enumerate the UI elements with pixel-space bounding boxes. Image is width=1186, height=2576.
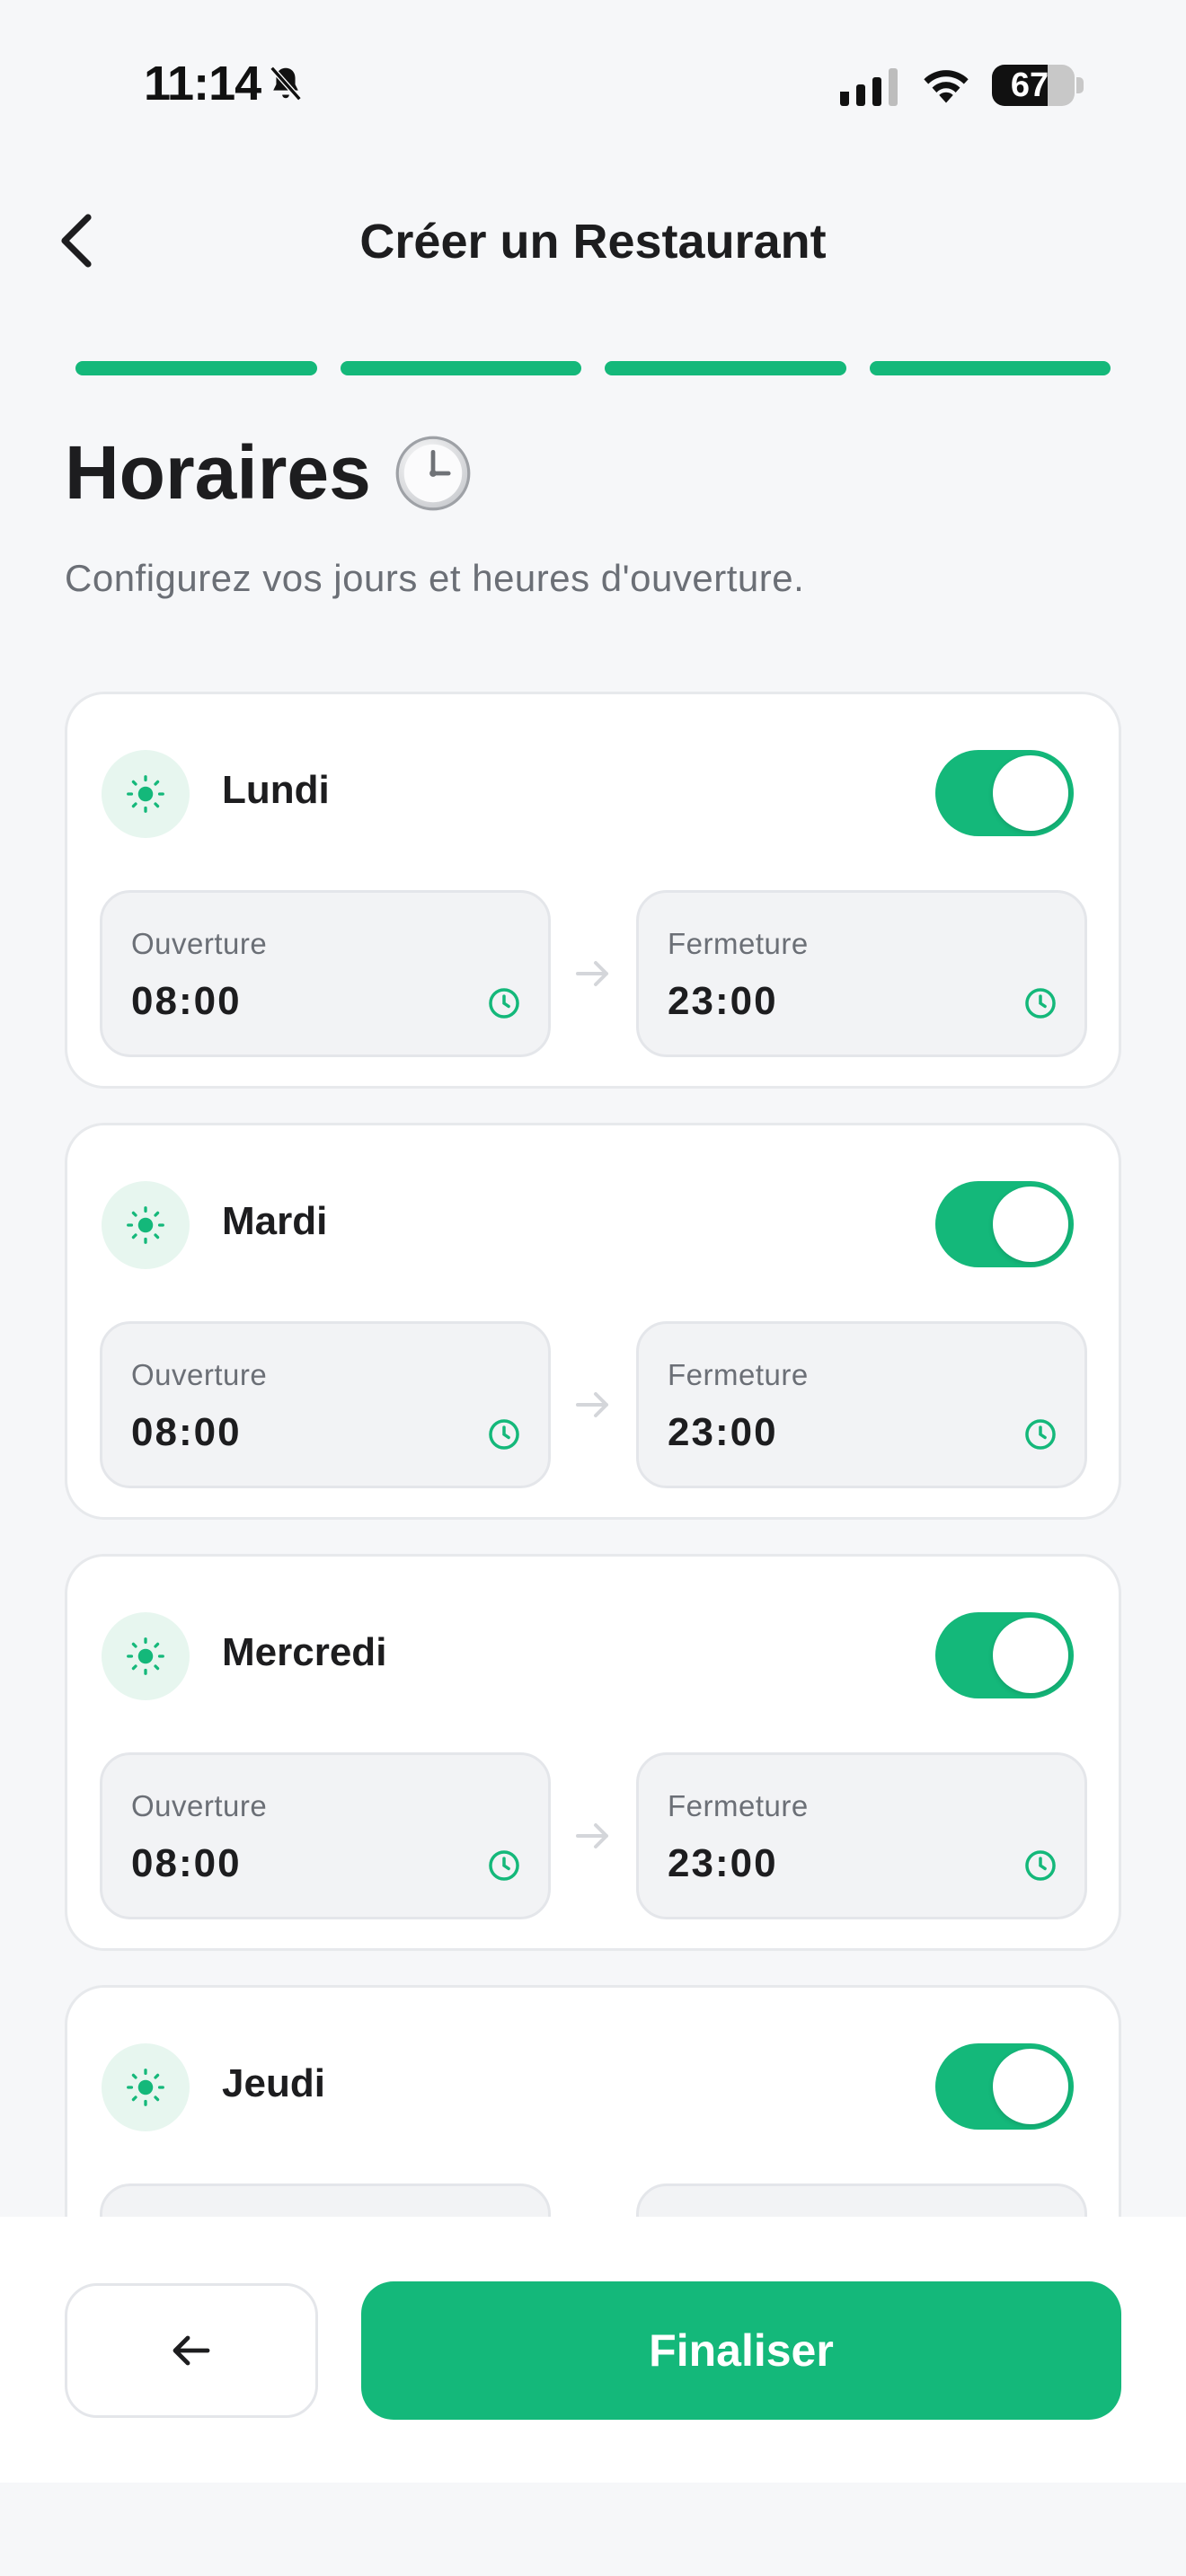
arrow-right-icon: [576, 961, 608, 986]
section-title: Horaires: [65, 430, 371, 515]
opening-time-field[interactable]: Ouverture 08:00: [100, 1321, 551, 1488]
closing-time-value: 23:00: [668, 979, 778, 1023]
day-enabled-toggle[interactable]: [935, 750, 1074, 836]
day-name: Mercredi: [222, 1630, 387, 1674]
closing-time-value: 23:00: [668, 1841, 778, 1885]
day-name: Mardi: [222, 1199, 328, 1243]
cellular-signal-icon: [840, 68, 898, 106]
opening-time-value: 08:00: [131, 1841, 242, 1885]
progress-step: [605, 361, 846, 375]
arrow-right-icon: [576, 1823, 608, 1848]
day-icon-badge: [102, 1612, 190, 1700]
closing-time-field[interactable]: Fermeture 23:00: [636, 1321, 1087, 1488]
clock-icon: [1025, 1850, 1056, 1881]
wifi-icon: [924, 70, 969, 103]
day-enabled-toggle[interactable]: [935, 2043, 1074, 2130]
previous-step-button[interactable]: [65, 2283, 318, 2418]
opening-time-value: 08:00: [131, 979, 242, 1023]
bell-muted-icon: [270, 66, 302, 101]
clock-icon: [489, 1419, 519, 1450]
arrow-right-icon: [576, 1392, 608, 1417]
progress-step: [869, 361, 1111, 375]
opening-time-label: Ouverture: [131, 1358, 268, 1391]
closing-time-label: Fermeture: [668, 1789, 809, 1822]
opening-time-field[interactable]: Ouverture 08:00: [100, 890, 551, 1057]
opening-time-value: 08:00: [131, 1410, 242, 1454]
section-subtitle: Configurez vos jours et heures d'ouvertu…: [65, 557, 805, 599]
clock-icon: [489, 1850, 519, 1881]
finish-button[interactable]: Finaliser: [361, 2281, 1121, 2420]
closing-time-field[interactable]: Fermeture 23:00: [636, 1752, 1087, 1919]
progress-step: [340, 361, 581, 375]
sun-icon: [127, 1637, 164, 1675]
closing-time-label: Fermeture: [668, 927, 809, 960]
toggle-knob: [993, 2049, 1068, 2124]
sun-icon: [127, 2069, 164, 2106]
day-icon-badge: [102, 2043, 190, 2131]
nav-header: Créer un Restaurant: [0, 180, 1186, 305]
day-card-mercredi: Mercredi Ouverture 08:00 Fermeture 23:00: [65, 1554, 1121, 1951]
clock-icon: [489, 988, 519, 1019]
closing-time-label: Fermeture: [668, 1358, 809, 1391]
day-enabled-toggle[interactable]: [935, 1612, 1074, 1698]
status-bar: 11:14 67: [0, 0, 1186, 171]
clock-emoji-icon: [395, 436, 471, 510]
bottom-action-bar: Finaliser: [0, 2217, 1186, 2483]
sun-icon: [127, 775, 164, 813]
battery-percentage: 67: [1010, 66, 1049, 104]
day-enabled-toggle[interactable]: [935, 1181, 1074, 1267]
day-name: Lundi: [222, 768, 330, 812]
opening-time-field[interactable]: Ouverture 08:00: [100, 1752, 551, 1919]
closing-time-field[interactable]: Fermeture 23:00: [636, 890, 1087, 1057]
opening-time-label: Ouverture: [131, 927, 268, 960]
battery-icon: 67: [992, 65, 1075, 106]
day-card-lundi: Lundi Ouverture 08:00 Fermeture 23:00: [65, 692, 1121, 1089]
day-icon-badge: [102, 1181, 190, 1269]
sun-icon: [127, 1206, 164, 1244]
section-heading: Horaires: [65, 429, 472, 516]
toggle-knob: [993, 1187, 1068, 1262]
day-name: Jeudi: [222, 2061, 325, 2105]
arrow-left-icon: [173, 2335, 210, 2366]
battery-nub: [1076, 77, 1084, 93]
page-title: Créer un Restaurant: [359, 215, 827, 269]
clock-icon: [1025, 988, 1056, 1019]
closing-time-value: 23:00: [668, 1410, 778, 1454]
opening-time-label: Ouverture: [131, 1789, 268, 1822]
progress-step: [75, 361, 317, 375]
status-time: 11:14: [144, 57, 261, 110]
toggle-knob: [993, 1618, 1068, 1693]
day-card-mardi: Mardi Ouverture 08:00 Fermeture 23:00: [65, 1123, 1121, 1520]
step-progress-bar: [75, 361, 1111, 375]
day-icon-badge: [102, 750, 190, 838]
toggle-knob: [993, 755, 1068, 831]
clock-icon: [1025, 1419, 1056, 1450]
